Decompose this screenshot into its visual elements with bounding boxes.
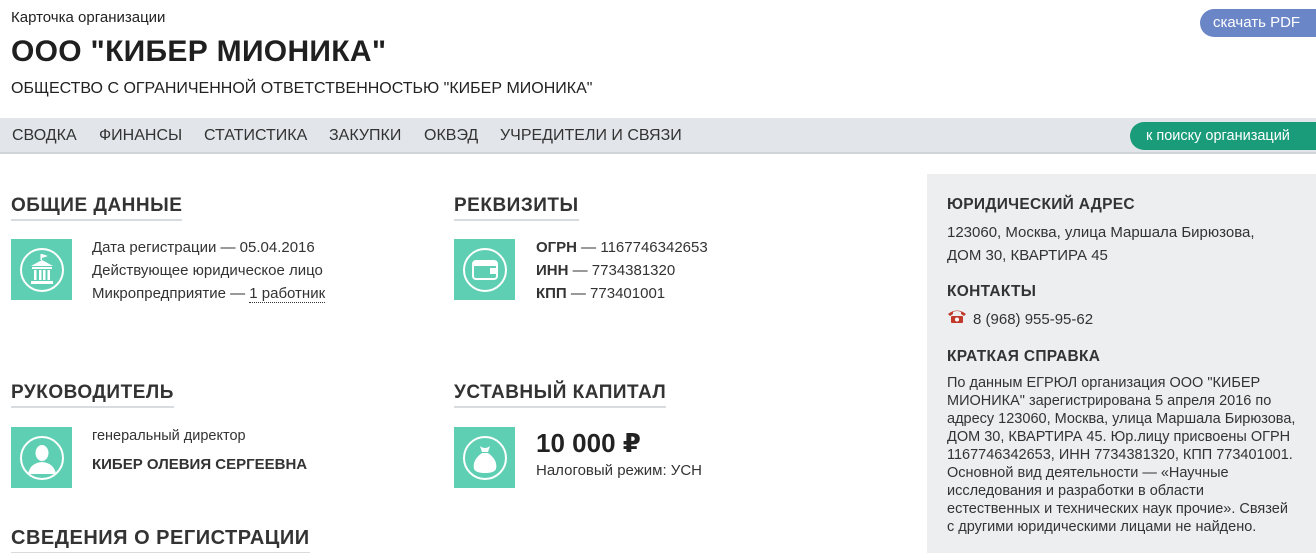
general-data-heading: ОБЩИЕ ДАННЫЕ (11, 195, 183, 221)
download-pdf-button[interactable]: скачать PDF (1200, 9, 1316, 37)
company-size: Микропредприятие — 1 работник (92, 282, 326, 305)
contacts-heading: КОНТАКТЫ (947, 283, 1037, 300)
ogrn-row: ОГРН — 1167746342653 (536, 236, 708, 259)
registration-heading: СВЕДЕНИЯ О РЕГИСТРАЦИИ (11, 527, 310, 553)
director-heading: РУКОВОДИТЕЛЬ (11, 382, 174, 408)
tab-purchases[interactable]: ЗАКУПКИ (329, 127, 401, 145)
company-size-label: Микропредприятие — (92, 285, 250, 302)
breadcrumb: Карточка организации (11, 9, 166, 26)
ogrn-value: — 1167746342653 (577, 239, 708, 256)
inn-label: ИНН (536, 262, 569, 279)
ogrn-label: ОГРН (536, 239, 578, 256)
person-icon (11, 427, 72, 488)
nav-bar: СВОДКА ФИНАНСЫ СТАТИСТИКА ЗАКУПКИ ОКВЭД … (0, 118, 1316, 154)
director-position: генеральный директор (92, 428, 246, 444)
legal-address-heading: ЮРИДИЧЕСКИЙ АДРЕС (947, 196, 1135, 213)
kpp-label: КПП (536, 285, 567, 302)
inn-row: ИНН — 7734381320 (536, 259, 708, 282)
full-company-name: ОБЩЕСТВО С ОГРАНИЧЕННОЙ ОТВЕТСТВЕННОСТЬЮ… (11, 80, 593, 97)
sidebar: ЮРИДИЧЕСКИЙ АДРЕС 123060, Москва, улица … (927, 174, 1316, 553)
legal-address: 123060, Москва, улица Маршала Бирюзова, … (947, 221, 1255, 267)
address-line-2: ДОМ 30, КВАРТИРА 45 (947, 247, 1108, 264)
back-to-search-button[interactable]: к поиску организаций (1130, 122, 1316, 150)
tab-summary[interactable]: СВОДКА (12, 127, 77, 145)
registration-date: Дата регистрации — 05.04.2016 (92, 239, 315, 256)
building-icon (11, 239, 72, 300)
page-title: ООО "КИБЕР МИОНИКА" (11, 35, 387, 68)
director-name: КИБЕР ОЛЕВИЯ СЕРГЕЕВНА (92, 456, 308, 473)
summary-heading: КРАТКАЯ СПРАВКА (947, 348, 1101, 365)
employees-link[interactable]: 1 работник (249, 285, 326, 303)
requisites-heading: РЕКВИЗИТЫ (454, 195, 579, 221)
tab-statistics[interactable]: СТАТИСТИКА (204, 127, 307, 145)
tax-regime: Налоговый режим: УСН (536, 462, 702, 479)
tab-okved[interactable]: ОКВЭД (424, 127, 478, 145)
kpp-row: КПП — 773401001 (536, 282, 708, 305)
address-line-1: 123060, Москва, улица Маршала Бирюзова, (947, 224, 1255, 241)
inn-value: — 7734381320 (568, 262, 676, 279)
capital-heading: УСТАВНЫЙ КАПИТАЛ (454, 382, 667, 408)
phone-row: 8 (968) 955-95-62 (947, 308, 1093, 331)
wallet-icon (454, 239, 515, 300)
phone-number[interactable]: 8 (968) 955-95-62 (973, 308, 1093, 331)
tab-finance[interactable]: ФИНАНСЫ (99, 127, 182, 145)
capital-amount: 10 000 ₽ (536, 428, 641, 458)
summary-text: По данным ЕГРЮЛ организация ООО "КИБЕР М… (947, 375, 1296, 535)
company-status: Действующее юридическое лицо (92, 262, 323, 279)
kpp-value: — 773401001 (566, 285, 666, 302)
money-bag-icon (454, 427, 515, 488)
phone-icon (947, 308, 967, 331)
tab-founders[interactable]: УЧРЕДИТЕЛИ И СВЯЗИ (500, 127, 682, 145)
